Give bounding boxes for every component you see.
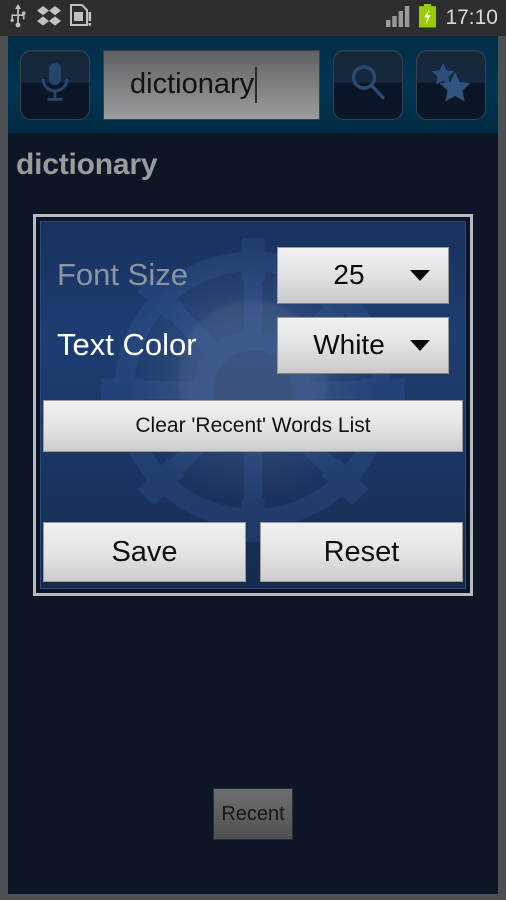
device-screen: 17:10 dictionary dictionary Font Size 25…	[0, 0, 506, 900]
star-icon	[429, 61, 473, 108]
text-cursor	[255, 66, 258, 103]
chevron-down-icon	[410, 269, 430, 281]
settings-panel-content: Font Size 25 Text Color White Clear 'Rec…	[41, 242, 465, 582]
bottom-bar: Recent	[8, 734, 498, 894]
status-bar-clock: 17:10	[445, 6, 498, 29]
settings-panel-frame: Font Size 25 Text Color White Clear 'Rec…	[33, 214, 473, 596]
text-color-value: White	[313, 329, 385, 360]
setting-row-font-size: Font Size 25	[41, 242, 465, 308]
search-input[interactable]: dictionary	[103, 49, 320, 120]
font-size-spinner[interactable]: 25	[277, 246, 449, 304]
magnifier-icon	[348, 62, 388, 107]
chevron-down-icon	[410, 339, 430, 351]
clear-button-wrap: Clear 'Recent' Words List	[41, 400, 465, 452]
app-window: dictionary dictionary Font Size 25 Text …	[0, 36, 506, 900]
battery-charging-icon	[418, 3, 437, 33]
status-bar-right: 17:10	[386, 3, 498, 33]
font-size-label: Font Size	[57, 257, 188, 292]
sim-card-icon	[70, 4, 92, 32]
clear-recent-words-button[interactable]: Clear 'Recent' Words List	[43, 400, 463, 452]
favorites-button[interactable]	[416, 49, 486, 120]
save-button[interactable]: Save	[43, 522, 246, 582]
search-input-value: dictionary	[130, 68, 255, 100]
dropbox-icon	[37, 5, 61, 32]
setting-row-text-color: Text Color White	[41, 312, 465, 378]
mic-icon	[36, 60, 74, 109]
search-button[interactable]	[333, 49, 403, 120]
text-color-spinner[interactable]: White	[277, 316, 449, 374]
search-toolbar: dictionary	[8, 36, 498, 134]
action-button-row: Save Reset	[41, 522, 465, 582]
voice-search-button[interactable]	[20, 49, 90, 120]
status-bar: 17:10	[0, 0, 506, 36]
reset-button[interactable]: Reset	[260, 522, 463, 582]
text-color-label: Text Color	[57, 327, 197, 362]
status-bar-left-icons	[8, 3, 386, 33]
recent-button[interactable]: Recent	[213, 788, 293, 840]
page-title: dictionary	[16, 148, 158, 181]
settings-panel: Font Size 25 Text Color White Clear 'Rec…	[40, 221, 466, 589]
usb-icon	[8, 3, 28, 33]
font-size-value: 25	[333, 259, 365, 290]
signal-bars-icon	[386, 5, 412, 32]
